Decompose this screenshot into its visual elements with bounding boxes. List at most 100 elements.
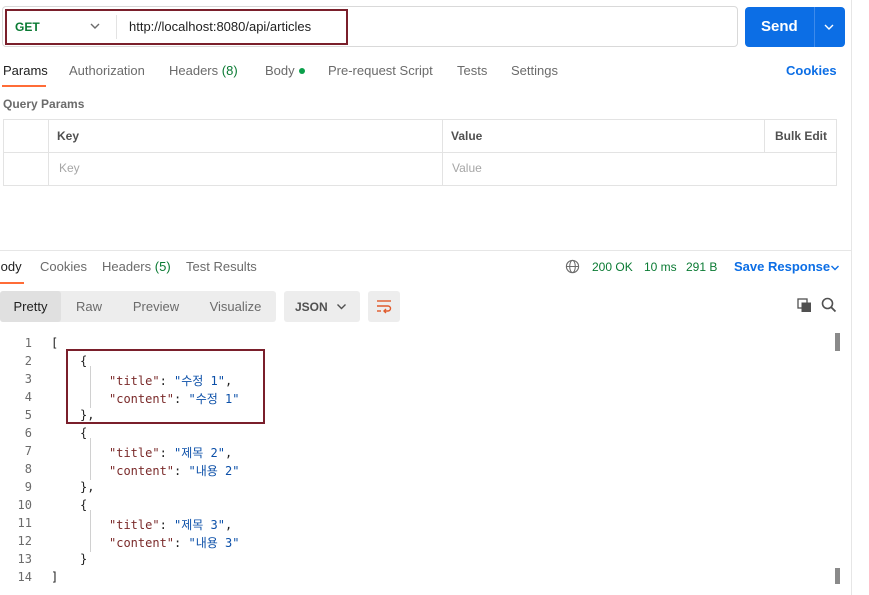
response-pane-divider[interactable]	[0, 250, 851, 251]
response-size[interactable]: 291 B	[686, 260, 717, 274]
view-mode-selector: Pretty Raw Preview Visualize	[0, 291, 276, 322]
json-object-open: {	[80, 498, 88, 512]
tab-response-headers[interactable]: Headers (5)	[102, 259, 171, 274]
json-key: "title"	[109, 518, 160, 532]
tab-body[interactable]: Body	[265, 63, 305, 78]
table-col-divider	[764, 120, 765, 152]
tab-response-body[interactable]: Body	[0, 259, 22, 274]
line-number: 10	[17, 498, 32, 512]
line-number: 13	[17, 552, 32, 566]
cookies-link[interactable]: Cookies	[786, 63, 837, 78]
format-dropdown-label: JSON	[295, 300, 328, 314]
json-object-close: }	[80, 552, 88, 566]
param-key-input[interactable]: Key	[59, 161, 80, 175]
line-number: 7	[24, 444, 32, 458]
vertical-scrollbar-thumb[interactable]	[835, 568, 840, 584]
tab-response-headers-label: Headers	[102, 259, 152, 274]
json-line: "content": "내용 2"	[109, 464, 240, 478]
line-number: 8	[24, 462, 32, 476]
right-panel-edge	[851, 0, 869, 595]
table-row-divider	[4, 152, 836, 153]
json-line: "content": "내용 3"	[109, 536, 240, 550]
query-params-title: Query Params	[3, 97, 85, 111]
tab-settings[interactable]: Settings	[511, 63, 558, 78]
line-number: 14	[17, 570, 32, 584]
url-input[interactable]: http://localhost:8080/api/articles	[129, 19, 311, 34]
line-number: 4	[24, 390, 32, 404]
tab-pre-request-script[interactable]: Pre-request Script	[328, 63, 433, 78]
table-col-divider	[442, 120, 443, 185]
view-visualize-button[interactable]: Visualize	[195, 291, 276, 322]
query-params-table: Key Value Bulk Edit Key Value	[3, 119, 837, 186]
column-header-key: Key	[57, 129, 80, 143]
json-object-close: },	[80, 480, 95, 494]
body-indicator-dot	[298, 67, 305, 74]
json-array-open: [	[51, 336, 59, 350]
json-line: "title": "제목 2",	[109, 446, 233, 460]
view-raw-button[interactable]: Raw	[61, 291, 117, 322]
send-separator	[814, 7, 815, 47]
chevron-down-icon[interactable]	[830, 263, 840, 273]
tab-params[interactable]: Params	[3, 63, 48, 78]
line-number: 1	[24, 336, 32, 350]
wrap-lines-icon	[377, 300, 392, 314]
column-header-value: Value	[451, 129, 483, 143]
json-string: "수정 1"	[188, 392, 240, 406]
url-divider	[116, 15, 117, 39]
indent-guide	[90, 438, 91, 480]
line-number: 5	[24, 408, 32, 422]
chevron-down-icon[interactable]	[823, 21, 835, 33]
send-button[interactable]: Send	[745, 7, 845, 47]
tab-body-label: Body	[265, 63, 295, 78]
vertical-scrollbar-thumb[interactable]	[835, 333, 840, 351]
url-bar: GET http://localhost:8080/api/articles	[2, 6, 738, 47]
send-button-label: Send	[761, 18, 798, 35]
indent-guide	[90, 366, 91, 408]
indent-guide	[90, 510, 91, 552]
chevron-down-icon	[337, 304, 346, 310]
view-preview-button[interactable]: Preview	[117, 291, 195, 322]
format-dropdown[interactable]: JSON	[284, 291, 360, 322]
json-string: "수정 1"	[174, 374, 226, 388]
line-number: 6	[24, 426, 32, 440]
tab-response-cookies[interactable]: Cookies	[40, 259, 87, 274]
line-number: 3	[24, 372, 32, 386]
tab-test-results[interactable]: Test Results	[186, 259, 257, 274]
json-line: "title": "제목 3",	[109, 518, 233, 532]
save-response-button[interactable]: Save Response	[734, 259, 830, 274]
json-string: "내용 3"	[188, 536, 240, 550]
tab-headers[interactable]: Headers (8)	[169, 63, 238, 78]
json-key: "content"	[109, 536, 175, 550]
table-col-divider	[48, 120, 49, 185]
wrap-lines-button[interactable]	[368, 291, 400, 322]
param-value-input[interactable]: Value	[452, 161, 482, 175]
view-pretty-button[interactable]: Pretty	[0, 291, 61, 322]
json-array-close: ]	[51, 570, 59, 584]
json-key: "title"	[109, 374, 160, 388]
json-object-close: },	[80, 408, 95, 422]
bulk-edit-button[interactable]: Bulk Edit	[775, 129, 827, 143]
line-number: 12	[17, 534, 32, 548]
line-number: 11	[17, 516, 32, 530]
tab-headers-label: Headers	[169, 63, 219, 78]
response-time[interactable]: 10 ms	[644, 260, 677, 274]
response-body-viewer[interactable]: 1 2 3 4 5 6 7 8 9 10 11 12 13 14 [ { "ti…	[0, 333, 851, 595]
json-string: "제목 2"	[174, 446, 226, 460]
json-key: "title"	[109, 446, 160, 460]
json-line: "content": "수정 1"	[109, 392, 240, 406]
method-selector[interactable]: GET	[15, 20, 40, 34]
tab-tests[interactable]: Tests	[457, 63, 487, 78]
json-key: "content"	[109, 392, 175, 406]
json-line: "title": "수정 1",	[109, 374, 233, 388]
search-icon[interactable]	[821, 297, 837, 313]
json-object-open: {	[80, 354, 88, 368]
active-response-tab-underline	[0, 282, 24, 284]
active-tab-underline	[2, 85, 46, 87]
copy-icon[interactable]	[797, 298, 812, 313]
chevron-down-icon[interactable]	[89, 20, 101, 32]
tab-response-headers-count: (5)	[154, 259, 171, 274]
tab-authorization[interactable]: Authorization	[69, 63, 145, 78]
json-object-open: {	[80, 426, 88, 440]
globe-icon[interactable]	[565, 259, 580, 274]
status-badge[interactable]: 200 OK	[592, 260, 633, 274]
